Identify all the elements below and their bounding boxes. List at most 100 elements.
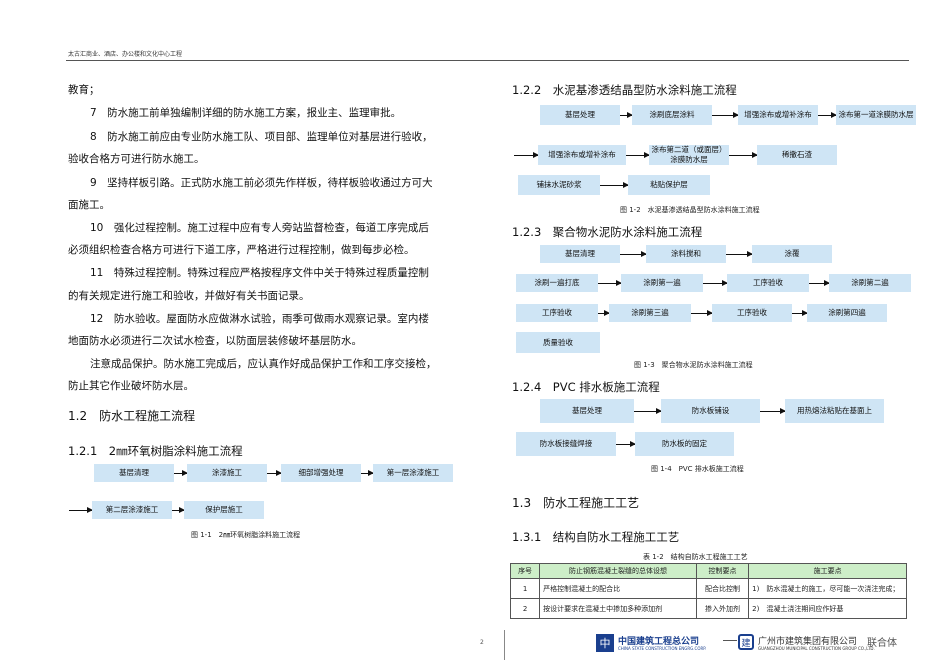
joint-venture-label: 联合体 (867, 638, 897, 649)
table-cell: 配合比控制 (695, 578, 750, 599)
subsection-heading: 1.2.3 聚合物水泥防水涂料施工流程 (512, 225, 703, 239)
section-heading: 1.2 防水工程施工流程 (68, 409, 196, 423)
flow-step: 质量验收 (516, 332, 600, 353)
flow-arrow (172, 507, 185, 513)
flow-step: 涂布第二道（或面层）涂膜防水层 (649, 145, 729, 165)
paragraph-line: 验收合格方可进行防水施工。 (68, 153, 205, 165)
figure-caption: 图 1-3 聚合物水泥防水涂料施工流程 (634, 361, 753, 369)
logo-separator (723, 640, 737, 641)
flow-step: 增强涂布或增补涂布 (738, 105, 818, 125)
flow-step: 工序验收 (712, 304, 792, 322)
flow-step: 稀撒石渣 (757, 145, 837, 165)
running-header: 太古汇商业、酒店、办公楼和文化中心工程 (68, 51, 183, 58)
paragraph-line: 面施工。 (68, 199, 110, 211)
flow-arrow (712, 112, 739, 118)
flow-step: 工序验收 (516, 304, 598, 322)
flow-arrow (760, 408, 786, 414)
paragraph-line: 10 强化过程控制。施工过程中应有专人旁站监督检查，每道工序完成后 (90, 222, 429, 234)
subsection-heading: 1.2.1 2㎜环氧树脂涂料施工流程 (68, 444, 243, 458)
flow-step: 基层处理 (540, 105, 620, 125)
flow-step: 涂布第一道涂膜防水层 (836, 105, 916, 125)
flow-arrow (634, 408, 662, 414)
table-cell: 严格控制混凝土的配合比 (539, 578, 697, 599)
cscec-logo-icon: 中 (596, 634, 614, 652)
subsection-heading: 1.3.1 结构自防水工程施工工艺 (512, 530, 680, 544)
flow-step: 增强涂布或增补涂布 (538, 145, 626, 165)
section-heading: 1.3 防水工程施工工艺 (512, 496, 640, 510)
gzcg-logo-icon: 建 (738, 634, 754, 650)
flow-arrow (809, 280, 830, 286)
cscec-name-en: CHINA STATE CONSTRUCTION ENGRG.CORP. (618, 646, 707, 651)
flow-step: 涂覆 (752, 245, 832, 263)
flow-step: 涂刷第三遍 (609, 304, 691, 322)
table-cell: 掺入外加剂 (695, 598, 750, 619)
table-header-row: 序号 防止钢筋混凝土裂缝的总体设想 控制要点 施工要点 (509, 563, 907, 579)
flow-step: 防水板的固定 (635, 432, 734, 456)
table-header-cell: 控制要点 (695, 563, 750, 579)
flow-arrow (616, 441, 636, 447)
flow-step: 涂刷第一遍 (621, 274, 703, 292)
paragraph-line: 8 防水施工前应由专业防水施工队、项目部、监理单位对基层进行验收， (90, 131, 433, 143)
gzcg-name-en: GUANGZHOU MUNICIPAL CONSTRUCTION GROUP C… (758, 646, 875, 651)
footer-divider (504, 630, 505, 660)
flow-step: 细部增强处理 (281, 464, 361, 482)
table-row: 2 按设计要求在混凝土中掺加多种添加剂 掺入外加剂 2) 混凝土浇注期间应作好基 (509, 598, 907, 619)
flow-step: 保护层施工 (184, 501, 264, 519)
flow-step: 第一层涂漆施工 (373, 464, 453, 482)
paragraph-line: 11 特殊过程控制。特殊过程应严格按程序文件中关于特殊过程质量控制 (90, 267, 429, 279)
figure-caption: 图 1-1 2㎜环氧树脂涂料施工流程 (191, 531, 301, 539)
table-header-cell: 防止钢筋混凝土裂缝的总体设想 (539, 563, 697, 579)
table-cell: 2 (509, 598, 541, 619)
flow-arrow (600, 182, 629, 188)
table-cell: 按设计要求在混凝土中掺加多种添加剂 (539, 598, 697, 619)
paragraph-line: 地面防水必须进行二次试水检查，以防面层装修破坏基层防水。 (68, 335, 362, 347)
table-row: 1 严格控制混凝土的配合比 配合比控制 1) 防水混凝土的施工，尽可能一次浇注完… (509, 578, 907, 599)
flow-arrow (818, 112, 837, 118)
flow-step: 防水板铺设 (661, 399, 760, 423)
table-caption: 表 1-2 结构自防水工程施工工艺 (643, 553, 748, 561)
subsection-heading: 1.2.4 PVC 排水板施工流程 (512, 380, 660, 394)
flow-step: 涂刷底层涂料 (632, 105, 712, 125)
flow-step: 铺抹水泥砂浆 (518, 175, 600, 195)
flow-step: 工序验收 (727, 274, 809, 292)
paragraph-line: 必须组织检查合格方可进行下道工序，严格进行过程控制，做到每步必检。 (68, 244, 415, 256)
paragraph-line: 7 防水施工前单独编制详细的防水施工方案，报业主、监理审批。 (90, 107, 402, 119)
table-header-cell: 序号 (509, 563, 541, 579)
table-cell: 1 (509, 578, 541, 599)
figure-caption: 图 1-2 水泥基渗透结晶型防水涂料施工流程 (620, 206, 760, 214)
paragraph-line: 注意成品保护。防水施工完成后，应认真作好成品保护工作和工序交接检， (90, 358, 437, 370)
flow-arrow (729, 152, 758, 158)
flow-arrow (620, 251, 647, 257)
figure-caption: 图 1-4 PVC 排水板施工流程 (651, 465, 744, 473)
table-cell: 2) 混凝土浇注期间应作好基 (748, 598, 907, 619)
process-table: 序号 防止钢筋混凝土裂缝的总体设想 控制要点 施工要点 1 严格控制混凝土的配合… (509, 563, 907, 619)
flow-arrow (726, 251, 753, 257)
flow-arrow (703, 280, 728, 286)
flow-arrow (174, 470, 188, 476)
flow-step: 粘贴保护层 (628, 175, 710, 195)
subsection-heading: 1.2.2 水泥基渗透结晶型防水涂料施工流程 (512, 83, 737, 97)
flow-step: 涂刷第二遍 (829, 274, 911, 292)
flow-step: 用热熔法粘贴在基面上 (785, 399, 884, 423)
flow-arrow (626, 152, 650, 158)
table-cell: 1) 防水混凝土的施工，尽可能一次浇注完成； (748, 578, 907, 599)
flow-step: 基层清理 (94, 464, 174, 482)
flow-step: 防水板接缝焊接 (516, 432, 616, 456)
paragraph-line: 12 防水验收。屋面防水应做淋水试验，雨季可做雨水观察记录。室内楼 (90, 313, 429, 325)
flow-step: 第二层涂漆施工 (92, 501, 172, 519)
flow-step: 涂漆施工 (187, 464, 267, 482)
paragraph-line: 的有关规定进行施工和验收，并做好有关书面记录。 (68, 290, 310, 302)
paragraph-line: 9 坚持样板引路。正式防水施工前必须先作样板，待样板验收通过方可大 (90, 177, 433, 189)
flow-step: 涂刷第四遍 (807, 304, 887, 322)
document-page: 太古汇商业、酒店、办公楼和文化中心工程 教育； 7 防水施工前单独编制详细的防水… (0, 0, 945, 669)
flow-step: 涂料搅和 (646, 245, 726, 263)
flow-arrow (792, 310, 808, 316)
flow-arrow (598, 310, 610, 316)
flow-arrow (267, 470, 282, 476)
flow-arrow (514, 152, 539, 158)
table-header-cell: 施工要点 (748, 563, 907, 579)
paragraph-line: 防止其它作业破坏防水层。 (68, 380, 194, 392)
header-rule (66, 60, 909, 61)
flow-arrow (69, 507, 93, 513)
flow-arrow (361, 470, 374, 476)
